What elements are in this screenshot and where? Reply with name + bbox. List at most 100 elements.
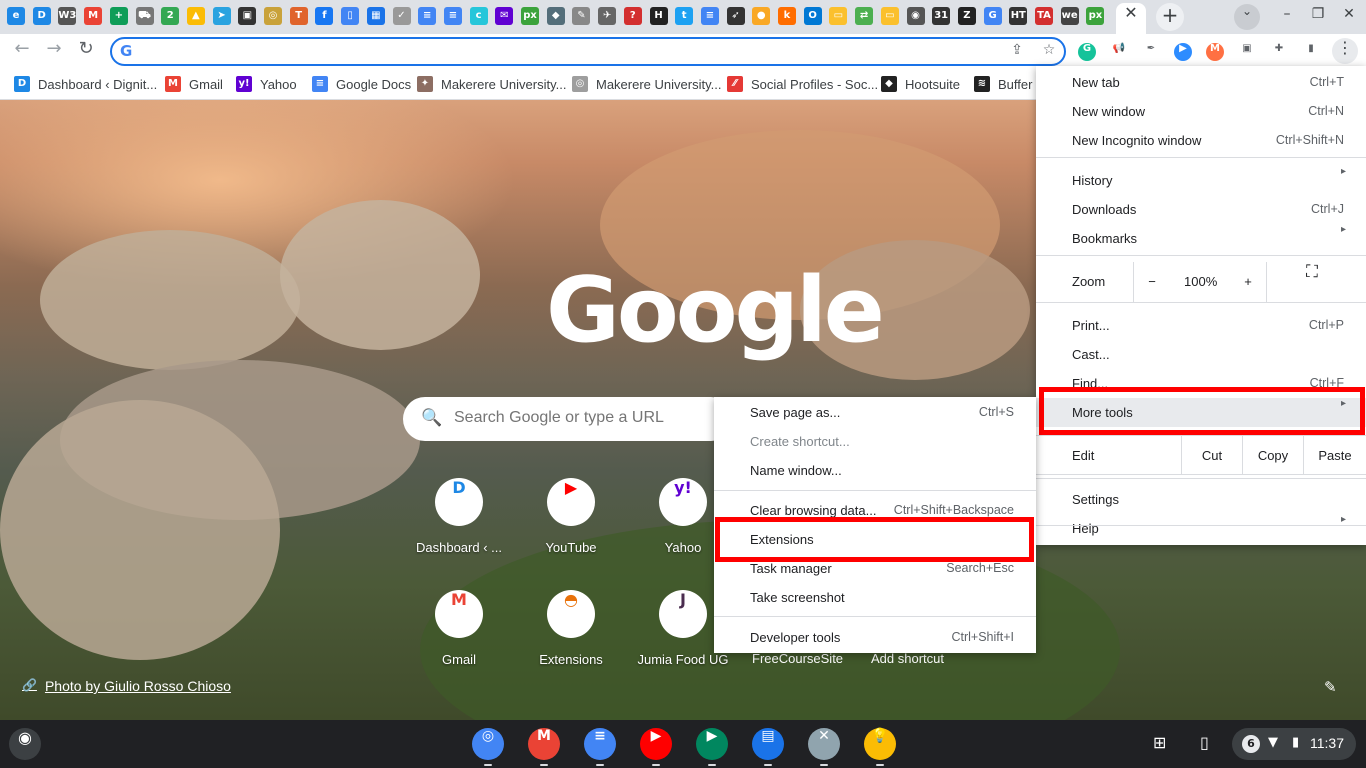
shortcut-extensions[interactable]: ◓ Extensions xyxy=(515,586,627,686)
browser-tab[interactable]: M xyxy=(81,0,106,34)
menu-item-help[interactable]: Help ▸ xyxy=(1036,514,1366,543)
browser-tab[interactable]: D xyxy=(30,0,55,34)
back-button[interactable]: ← xyxy=(9,38,35,64)
restore-button[interactable]: ❐ xyxy=(1307,6,1329,28)
bookmark-star-icon[interactable]: ☆ xyxy=(1039,42,1059,62)
browser-tab[interactable]: ≡ xyxy=(441,0,466,34)
zoom-out-button[interactable]: − xyxy=(1146,262,1158,302)
browser-tab[interactable]: W3 xyxy=(55,0,80,34)
screenshot-tray-icon[interactable]: ⊞ xyxy=(1153,733,1166,752)
omnibox[interactable]: G ⇪ ☆ xyxy=(110,37,1066,66)
browser-tab[interactable]: ⛟ xyxy=(133,0,158,34)
browser-tab[interactable]: + xyxy=(107,0,132,34)
browser-tab[interactable]: ● xyxy=(749,0,774,34)
browser-tab[interactable]: ▯ xyxy=(338,0,363,34)
browser-tab[interactable]: ✓ xyxy=(390,0,415,34)
bookmark-google-docs[interactable]: ≡ Google Docs xyxy=(312,75,411,93)
browser-tab[interactable]: ? xyxy=(621,0,646,34)
menu-item-new-tab[interactable]: New tab Ctrl+T xyxy=(1036,68,1366,97)
browser-tab[interactable]: px xyxy=(1083,0,1108,34)
launcher-button[interactable]: ◉ xyxy=(9,728,41,760)
reload-button[interactable]: ↻ xyxy=(73,38,99,64)
messages-app-icon[interactable]: ▤ xyxy=(752,728,784,760)
browser-tab[interactable]: H xyxy=(647,0,672,34)
youtube-app-icon[interactable]: ▶ xyxy=(640,728,672,760)
shortcut-freecoursesite-label[interactable]: FreeCourseSite xyxy=(752,651,843,666)
bookmark-hootsuite[interactable]: ◆ Hootsuite xyxy=(881,75,960,93)
ntp-search-input[interactable] xyxy=(454,409,724,427)
browser-tab[interactable]: ▭ xyxy=(878,0,903,34)
gmail-app-icon[interactable]: M xyxy=(528,728,560,760)
submenu-item-developer-tools[interactable]: Developer tools Ctrl+Shift+I xyxy=(714,623,1036,652)
browser-tab[interactable]: G xyxy=(981,0,1006,34)
active-tab-close-button[interactable]: ✕ xyxy=(1116,3,1146,34)
browser-tab[interactable]: ✎ xyxy=(569,0,594,34)
keep-app-icon[interactable]: 💡 xyxy=(864,728,896,760)
add-shortcut-label[interactable]: Add shortcut xyxy=(871,651,944,666)
bookmark-makerere-2[interactable]: ◎ Makerere University... xyxy=(572,75,721,93)
browser-tab[interactable]: ▭ xyxy=(826,0,851,34)
cookie-icon[interactable]: ▣ xyxy=(1238,43,1256,61)
bookmark-buffer[interactable]: ≋ Buffer P xyxy=(974,75,1045,93)
menu-item-bookmarks[interactable]: Bookmarks ▸ xyxy=(1036,224,1366,253)
browser-tab[interactable]: f xyxy=(312,0,337,34)
browser-tab[interactable]: c xyxy=(467,0,492,34)
browser-tab[interactable]: t xyxy=(672,0,697,34)
browser-tab[interactable]: we xyxy=(1058,0,1083,34)
menu-item-downloads[interactable]: Downloads Ctrl+J xyxy=(1036,195,1366,224)
submenu-item-take-screenshot[interactable]: Take screenshot xyxy=(714,583,1036,612)
browser-tab[interactable]: ▣ xyxy=(235,0,260,34)
play-store-app-icon[interactable]: ▶ xyxy=(696,728,728,760)
chrome-menu-button[interactable]: ⋮ xyxy=(1332,38,1358,64)
browser-tab[interactable]: T xyxy=(287,0,312,34)
menu-item-settings[interactable]: Settings xyxy=(1036,485,1366,514)
browser-tab[interactable]: ▦ xyxy=(364,0,389,34)
submenu-item-name-window[interactable]: Name window... xyxy=(714,456,1036,485)
browser-tab[interactable]: ✈ xyxy=(595,0,620,34)
ntp-search-box[interactable]: 🔍 xyxy=(403,397,733,441)
browser-tab[interactable]: k xyxy=(775,0,800,34)
bookmark-yahoo[interactable]: y! Yahoo xyxy=(236,75,297,93)
cut-button[interactable]: Cut xyxy=(1182,436,1242,476)
paste-button[interactable]: Paste xyxy=(1304,436,1366,476)
fullscreen-icon[interactable]: ⛶ xyxy=(1306,262,1318,282)
minimize-button[interactable]: – xyxy=(1276,6,1298,28)
menu-item-cast[interactable]: Cast... xyxy=(1036,340,1366,369)
menu-item-new-window[interactable]: New window Ctrl+N xyxy=(1036,97,1366,126)
browser-tab[interactable]: O xyxy=(801,0,826,34)
mi-icon[interactable]: M xyxy=(1206,43,1224,61)
browser-tab[interactable]: ◉ xyxy=(904,0,929,34)
zoom-ext-icon[interactable]: ▶ xyxy=(1174,43,1192,61)
browser-tab[interactable]: e xyxy=(4,0,29,34)
bookmark-makerere-1[interactable]: ✦ Makerere University... xyxy=(417,75,566,93)
phone-hub-icon[interactable]: ▯ xyxy=(1200,733,1209,752)
menu-item-new-incognito-window[interactable]: New Incognito window Ctrl+Shift+N xyxy=(1036,126,1366,155)
new-tab-button[interactable]: + xyxy=(1156,3,1184,31)
puzzle-icon[interactable]: ✚ xyxy=(1270,43,1288,61)
browser-tab[interactable]: TA xyxy=(1032,0,1057,34)
grammarly-icon[interactable]: G xyxy=(1078,43,1096,61)
status-tray[interactable]: 6 ▼ ▮ 11:37 xyxy=(1232,728,1356,760)
browser-tab[interactable]: 31 xyxy=(929,0,954,34)
copy-button[interactable]: Copy xyxy=(1243,436,1303,476)
browser-tab[interactable]: ⇄ xyxy=(852,0,877,34)
tab-search-button[interactable]: ⌄ xyxy=(1234,4,1260,30)
megaphone-icon[interactable]: 📢 xyxy=(1110,43,1128,61)
shortcut-dashboard[interactable]: D Dashboard ‹ ... xyxy=(403,474,515,574)
zoom-in-button[interactable]: + xyxy=(1242,262,1254,302)
browser-tab[interactable]: ◎ xyxy=(261,0,286,34)
submenu-item-save-page-as[interactable]: Save page as... Ctrl+S xyxy=(714,398,1036,427)
bookmark-gmail[interactable]: M Gmail xyxy=(165,75,223,93)
browser-tab[interactable]: px xyxy=(518,0,543,34)
docs-app-icon[interactable]: ≡ xyxy=(584,728,616,760)
browser-tab[interactable]: ➤ xyxy=(210,0,235,34)
browser-tab[interactable]: HT xyxy=(1006,0,1031,34)
menu-item-print[interactable]: Print... Ctrl+P xyxy=(1036,311,1366,340)
shortcut-gmail[interactable]: M Gmail xyxy=(403,586,515,686)
bookmark-social-profiles[interactable]: ⁄⁄ Social Profiles - Soc... xyxy=(727,75,878,93)
customize-pencil-icon[interactable]: ✎ xyxy=(1324,678,1337,696)
photo-credit-link[interactable]: 🔗 Photo by Giulio Rosso Chioso xyxy=(22,678,231,694)
browser-tab[interactable]: ≡ xyxy=(415,0,440,34)
eyedropper-icon[interactable]: ✒ xyxy=(1142,43,1160,61)
share-icon[interactable]: ⇪ xyxy=(1007,42,1027,62)
